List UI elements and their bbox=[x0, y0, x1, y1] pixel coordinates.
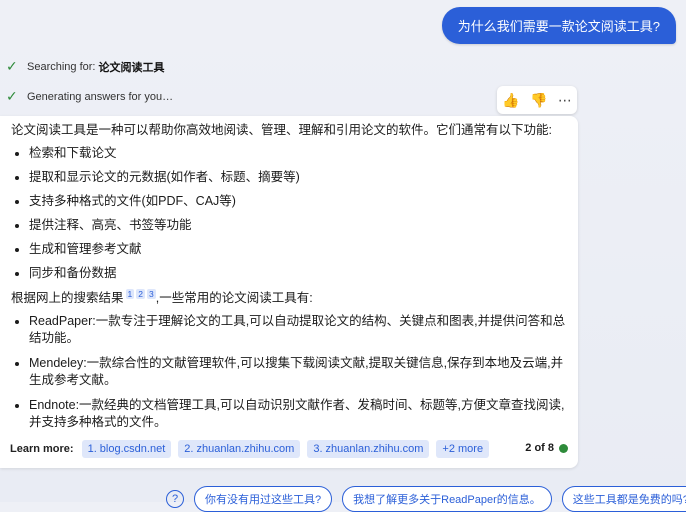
thumbs-up-icon[interactable]: 👍 bbox=[502, 92, 519, 109]
suggestion-3[interactable]: 这些工具都是免费的吗? bbox=[561, 486, 686, 512]
check-icon: ✓ bbox=[6, 58, 18, 74]
user-message-bubble: 为什么我们需要一款论文阅读工具? bbox=[441, 7, 676, 44]
answer-content: 论文阅读工具是一种可以帮助你高效地阅读、管理、理解和引用论文的软件。它们通常有以… bbox=[11, 122, 566, 439]
search-lead: 根据网上的搜索结果 bbox=[11, 291, 124, 306]
citation-3[interactable]: 3 bbox=[146, 289, 156, 299]
tool-list: ReadPaper:一款专注于理解论文的工具,可以自动提取论文的结构、关键点和图… bbox=[11, 313, 566, 431]
learn-more-label: Learn more: bbox=[10, 443, 74, 455]
suggestion-2[interactable]: 我想了解更多关于ReadPaper的信息。 bbox=[342, 486, 552, 512]
list-item: Mendeley:一款综合性的文献管理软件,可以搜集下载阅读文献,提取关键信息,… bbox=[29, 355, 566, 389]
suggestion-1[interactable]: 你有没有用过这些工具? bbox=[194, 486, 333, 512]
citation-1[interactable]: 1 bbox=[125, 289, 135, 299]
list-item: 提供注释、高亮、书签等功能 bbox=[29, 217, 566, 234]
list-item: Endnote:一款经典的文档管理工具,可以自动识别文献作者、发稿时间、标题等,… bbox=[29, 397, 566, 431]
feature-list: 检索和下载论文 提取和显示论文的元数据(如作者、标题、摘要等) 支持多种格式的文… bbox=[11, 145, 566, 282]
status-searching: ✓ Searching for: 论文阅读工具 bbox=[6, 58, 164, 75]
source-link-1[interactable]: 1. blog.csdn.net bbox=[81, 440, 172, 458]
list-item: ReadPaper:一款专注于理解论文的工具,可以自动提取论文的结构、关键点和图… bbox=[29, 313, 566, 347]
suggestions-bar: ? 你有没有用过这些工具? 我想了解更多关于ReadPaper的信息。 这些工具… bbox=[166, 486, 686, 512]
search-tail: ,一些常用的论文阅读工具有: bbox=[155, 291, 313, 306]
status-generating: ✓ Generating answers for you… bbox=[6, 88, 173, 105]
response-pager: 2 of 8 bbox=[525, 442, 568, 454]
list-item: 同步和备份数据 bbox=[29, 265, 566, 282]
status-query: 论文阅读工具 bbox=[98, 61, 165, 74]
more-sources-link[interactable]: +2 more bbox=[436, 440, 490, 458]
answer-intro: 论文阅读工具是一种可以帮助你高效地阅读、管理、理解和引用论文的软件。它们通常有以… bbox=[11, 123, 552, 137]
status-prefix: Searching for: bbox=[27, 60, 96, 73]
source-link-3[interactable]: 3. zhuanlan.zhihu.com bbox=[307, 440, 430, 458]
list-item: 提取和显示论文的元数据(如作者、标题、摘要等) bbox=[29, 169, 566, 186]
more-icon[interactable]: ⋯ bbox=[558, 92, 572, 109]
status-prefix: Generating answers for you… bbox=[27, 90, 174, 103]
pager-text: 2 of 8 bbox=[525, 442, 554, 454]
thumbs-down-icon[interactable]: 👎 bbox=[530, 92, 547, 109]
help-icon[interactable]: ? bbox=[166, 490, 184, 508]
citation-2[interactable]: 2 bbox=[136, 289, 145, 299]
list-item: 生成和管理参考文献 bbox=[29, 241, 566, 258]
learn-more: Learn more: 1. blog.csdn.net 2. zhuanlan… bbox=[10, 440, 496, 458]
message-toolbar: 👍 👎 ⋯ bbox=[497, 86, 577, 114]
list-item: 检索和下载论文 bbox=[29, 145, 566, 162]
answer-card: 论文阅读工具是一种可以帮助你高效地阅读、管理、理解和引用论文的软件。它们通常有以… bbox=[0, 116, 578, 468]
check-icon: ✓ bbox=[6, 88, 18, 104]
status-dot bbox=[559, 443, 568, 453]
source-link-2[interactable]: 2. zhuanlan.zhihu.com bbox=[178, 440, 301, 458]
list-item: 支持多种格式的文件(如PDF、CAJ等) bbox=[29, 193, 566, 210]
search-results-line: 根据网上的搜索结果 1 2 3 ,一些常用的论文阅读工具有: bbox=[11, 289, 566, 307]
